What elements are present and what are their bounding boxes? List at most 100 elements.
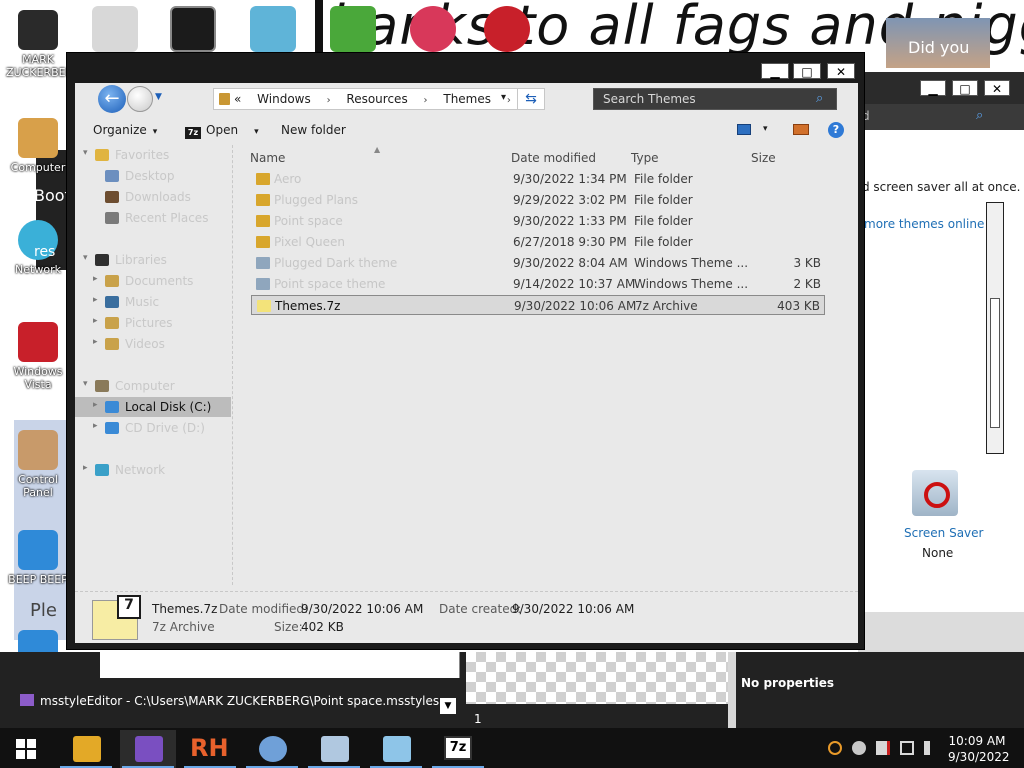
desktop-icon-windows-vista[interactable]: Windows Vista [6, 322, 70, 391]
new-folder-button[interactable]: New folder [281, 123, 346, 137]
expand-arrow-icon[interactable]: ▸ [93, 295, 98, 305]
editor-preview-canvas[interactable] [466, 652, 728, 704]
expand-arrow-icon[interactable]: ▸ [83, 463, 88, 473]
nav-item[interactable]: ▸ Music [75, 292, 231, 312]
top-desktop-icon-3[interactable] [250, 6, 296, 52]
action-center-flag-icon[interactable] [876, 741, 890, 755]
chevron-right-icon[interactable]: › [424, 95, 428, 106]
nav-item[interactable]: ▾ Favorites [75, 145, 231, 165]
expand-arrow-icon[interactable]: ▾ [83, 148, 88, 158]
maximize-button[interactable]: □ [793, 63, 821, 79]
address-bar[interactable]: « Windows › Resources › Themes › ▾ ⇆ [213, 88, 545, 110]
taskbar-7zip[interactable]: 7z [430, 730, 486, 768]
search-box[interactable]: Search Themes ⌕ [593, 88, 837, 110]
start-button[interactable] [16, 739, 36, 759]
maximize-button[interactable]: □ [952, 80, 978, 96]
nav-folder-icon [95, 254, 109, 266]
taskbar-paint[interactable] [244, 730, 300, 768]
minus-tray-icon[interactable] [852, 741, 866, 755]
preview-pane-icon[interactable] [793, 124, 809, 135]
desktop-icon-beep-beep[interactable]: BEEP BEEP [6, 530, 70, 586]
minimize-button[interactable]: ▁ [761, 63, 789, 79]
search-icon[interactable]: ⌕ [816, 91, 823, 106]
nav-item[interactable]: ▸ Local Disk (C:) [75, 397, 231, 417]
editor-collapse-button[interactable]: ▼ [440, 698, 456, 714]
open-button[interactable]: 7z Open ▾ [185, 123, 259, 139]
editor-canvas-area[interactable] [100, 652, 460, 678]
search-icon[interactable]: ⌕ [976, 108, 983, 123]
nav-item[interactable]: ▸ Pictures [75, 313, 231, 333]
file-row[interactable]: Plugged Plans 9/29/2022 3:02 PM File folde… [251, 190, 825, 210]
editor-panel-divider[interactable] [728, 652, 736, 728]
chevron-right-icon[interactable]: › [507, 95, 511, 106]
forward-button[interactable] [127, 86, 153, 112]
refresh-icon[interactable]: ⇆ [517, 89, 544, 109]
desktop-icon-control-panel[interactable]: Control Panel [6, 430, 70, 499]
search-tray-icon[interactable] [828, 741, 842, 755]
desktop-icon-computer[interactable]: Computer [6, 118, 70, 174]
expand-arrow-icon[interactable]: ▸ [93, 274, 98, 284]
nav-item[interactable]: ▸ Videos [75, 334, 231, 354]
change-view-icon[interactable] [737, 124, 751, 135]
expand-arrow-icon[interactable]: ▸ [93, 421, 98, 431]
top-desktop-icon-devcpp[interactable] [484, 6, 530, 52]
file-row[interactable]: Themes.7z 9/30/2022 10:06 AM 7z Archive 403… [251, 295, 825, 315]
nav-item[interactable]: Downloads [75, 187, 231, 207]
scrollbar-thumb[interactable] [990, 298, 1000, 428]
chevron-down-icon[interactable]: ▾ [763, 124, 768, 134]
expand-arrow-icon[interactable]: ▸ [93, 337, 98, 347]
taskbar-notepad[interactable] [368, 730, 424, 768]
nav-item[interactable]: ▸ Network [75, 460, 231, 480]
taskbar-theme-app[interactable] [306, 730, 362, 768]
breadcrumb-themes[interactable]: Themes [443, 92, 491, 106]
help-icon[interactable]: ? [828, 122, 844, 138]
recent-pages-dropdown[interactable]: ▼ [155, 92, 162, 102]
organize-button[interactable]: Organize ▾ [93, 123, 157, 137]
column-name[interactable]: Name [250, 151, 285, 165]
top-desktop-icon-pig[interactable] [330, 6, 376, 52]
taskbar-resource-hacker[interactable]: RH [182, 730, 238, 768]
column-size[interactable]: Size [751, 151, 776, 165]
column-type[interactable]: Type [631, 151, 659, 165]
breadcrumb-resources[interactable]: Resources [346, 92, 407, 106]
nav-item[interactable]: Desktop [75, 166, 231, 186]
desktop-icon-mark-zuckerberg[interactable]: MARK ZUCKERBERG [6, 10, 82, 79]
nav-item[interactable]: ▾ Libraries [75, 250, 231, 270]
network-tray-icon[interactable] [900, 741, 914, 755]
file-row[interactable]: Plugged Dark theme 9/30/2022 8:04 AM Windo… [251, 253, 825, 273]
volume-icon[interactable] [924, 741, 938, 755]
file-row[interactable]: Point space 9/30/2022 1:33 PM File folder [251, 211, 825, 231]
close-button[interactable]: ✕ [984, 80, 1010, 96]
expand-arrow-icon[interactable]: ▸ [93, 400, 98, 410]
expand-arrow-icon[interactable]: ▾ [83, 253, 88, 263]
expand-arrow-icon[interactable]: ▸ [93, 316, 98, 326]
expand-arrow-icon[interactable]: ▾ [83, 379, 88, 389]
breadcrumb-windows[interactable]: Windows [257, 92, 311, 106]
personalization-titlebar[interactable]: ▁ □ ✕ [858, 72, 1024, 104]
top-desktop-icon-1[interactable] [92, 6, 138, 52]
screen-saver-link[interactable]: Screen Saver [904, 526, 983, 540]
back-button[interactable]: ← [98, 85, 126, 113]
taskbar-file-explorer[interactable] [58, 730, 114, 768]
theme-list-scrollbar[interactable] [986, 202, 1004, 454]
top-desktop-icon-terminal[interactable] [170, 6, 216, 52]
taskbar-msstyle-editor[interactable] [120, 730, 176, 768]
file-row[interactable]: Point space theme 9/14/2022 10:37 AM Windo… [251, 274, 825, 294]
minimize-button[interactable]: ▁ [920, 80, 946, 96]
breadcrumb-overflow[interactable]: « [234, 92, 241, 106]
top-desktop-icon-p[interactable] [410, 6, 456, 52]
file-row[interactable]: Pixel Queen 6/27/2018 9:30 PM File folder [251, 232, 825, 252]
column-date-modified[interactable]: Date modified [511, 151, 596, 165]
screen-saver-icon[interactable] [912, 470, 958, 516]
clock[interactable]: 10:09 AM 9/30/2022 [948, 733, 1010, 765]
get-more-themes-link[interactable]: more themes online [864, 217, 984, 231]
close-button[interactable]: ✕ [827, 63, 855, 79]
chevron-right-icon[interactable]: › [327, 95, 331, 106]
address-dropdown[interactable]: ▾ [501, 92, 506, 103]
nav-item[interactable]: ▾ Computer [75, 376, 231, 396]
nav-item[interactable]: ▸ CD Drive (D:) [75, 418, 231, 438]
nav-item[interactable]: Recent Places [75, 208, 231, 228]
nav-item[interactable]: ▸ Documents [75, 271, 231, 291]
personalization-search[interactable]: d ⌕ [858, 104, 1024, 130]
file-row[interactable]: Aero 9/30/2022 1:34 PM File folder [251, 169, 825, 189]
